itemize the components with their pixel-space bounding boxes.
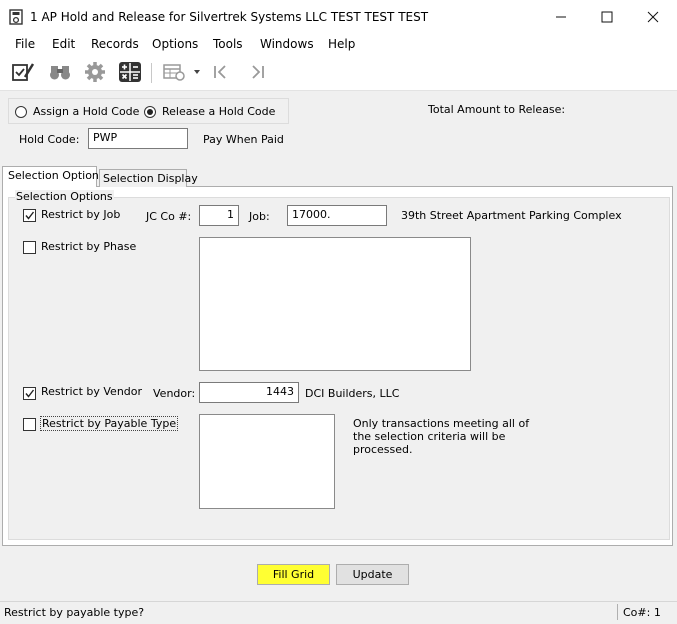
tab-selection-display[interactable]: Selection Display bbox=[99, 169, 198, 187]
job-description: 39th Street Apartment Parking Complex bbox=[401, 209, 622, 222]
jcco-label: JC Co #: bbox=[146, 210, 192, 223]
hold-code-description: Pay When Paid bbox=[203, 133, 284, 146]
menu-windows[interactable]: Windows bbox=[260, 37, 314, 51]
restrict-phase-checkbox[interactable] bbox=[23, 241, 36, 254]
calculator-icon[interactable] bbox=[118, 61, 142, 83]
assign-hold-code-radio[interactable] bbox=[15, 106, 27, 118]
selection-note: Only transactions meeting all of the sel… bbox=[353, 417, 530, 456]
restrict-payable-type-checkbox[interactable] bbox=[23, 418, 36, 431]
status-message: Restrict by payable type? bbox=[4, 606, 145, 619]
tab-selection-options-label: Selection Options bbox=[8, 169, 105, 182]
check-icon bbox=[25, 389, 35, 398]
vendor-name: DCI Builders, LLC bbox=[305, 387, 400, 400]
checklist-pencil-icon[interactable] bbox=[11, 61, 35, 83]
job-label: Job: bbox=[249, 210, 270, 223]
jcco-input[interactable]: 1 bbox=[199, 205, 239, 226]
restrict-job-checkbox[interactable] bbox=[23, 209, 36, 222]
maximize-button[interactable] bbox=[584, 0, 630, 33]
status-divider bbox=[617, 604, 618, 620]
menu-options[interactable]: Options bbox=[152, 37, 198, 51]
vendor-input[interactable]: 1443 bbox=[199, 382, 299, 403]
release-hold-code-label[interactable]: Release a Hold Code bbox=[162, 105, 275, 118]
menu-tools[interactable]: Tools bbox=[213, 37, 243, 51]
gear-icon[interactable] bbox=[83, 61, 107, 83]
job-input[interactable]: 17000. bbox=[287, 205, 387, 226]
toolbar-separator bbox=[151, 63, 152, 83]
menu-edit[interactable]: Edit bbox=[52, 37, 75, 51]
maximize-icon bbox=[601, 11, 613, 22]
phase-list[interactable] bbox=[199, 237, 471, 371]
menu-file[interactable]: File bbox=[15, 37, 35, 51]
tab-selection-display-label: Selection Display bbox=[103, 172, 198, 185]
restrict-payable-type-label[interactable]: Restrict by Payable Type bbox=[40, 416, 179, 431]
app-icon bbox=[9, 9, 23, 25]
update-button[interactable]: Update bbox=[336, 564, 409, 585]
restrict-job-label[interactable]: Restrict by Job bbox=[41, 208, 120, 221]
hold-code-input[interactable]: PWP bbox=[88, 128, 188, 149]
total-amount-label: Total Amount to Release: bbox=[428, 103, 566, 116]
menu-records[interactable]: Records bbox=[91, 37, 139, 51]
assign-hold-code-label[interactable]: Assign a Hold Code bbox=[33, 105, 139, 118]
grid-settings-icon[interactable] bbox=[162, 61, 186, 83]
minimize-icon bbox=[556, 16, 566, 17]
close-icon bbox=[647, 11, 659, 22]
last-record-icon[interactable] bbox=[245, 61, 269, 83]
status-company: Co#: 1 bbox=[623, 606, 661, 619]
window-title: 1 AP Hold and Release for Silvertrek Sys… bbox=[30, 10, 429, 24]
first-record-icon[interactable] bbox=[209, 61, 233, 83]
minimize-button[interactable] bbox=[538, 0, 584, 33]
menu-help[interactable]: Help bbox=[328, 37, 355, 51]
fill-grid-label: Fill Grid bbox=[272, 568, 315, 581]
close-button[interactable] bbox=[630, 0, 676, 33]
check-icon bbox=[25, 211, 35, 220]
release-hold-code-radio[interactable] bbox=[144, 106, 156, 118]
selection-options-group-title: Selection Options bbox=[15, 190, 114, 203]
dropdown-arrow-icon[interactable] bbox=[192, 67, 202, 77]
restrict-vendor-label[interactable]: Restrict by Vendor bbox=[41, 385, 142, 398]
tab-selection-options[interactable]: Selection Options bbox=[2, 166, 105, 187]
payable-type-list[interactable] bbox=[199, 414, 335, 509]
update-label: Update bbox=[352, 568, 393, 581]
restrict-vendor-checkbox[interactable] bbox=[23, 387, 36, 400]
fill-grid-button[interactable]: Fill Grid bbox=[257, 564, 330, 585]
restrict-phase-label[interactable]: Restrict by Phase bbox=[41, 240, 136, 253]
hold-code-label: Hold Code: bbox=[19, 133, 80, 146]
binoculars-icon[interactable] bbox=[48, 61, 72, 83]
vendor-label: Vendor: bbox=[153, 387, 196, 400]
